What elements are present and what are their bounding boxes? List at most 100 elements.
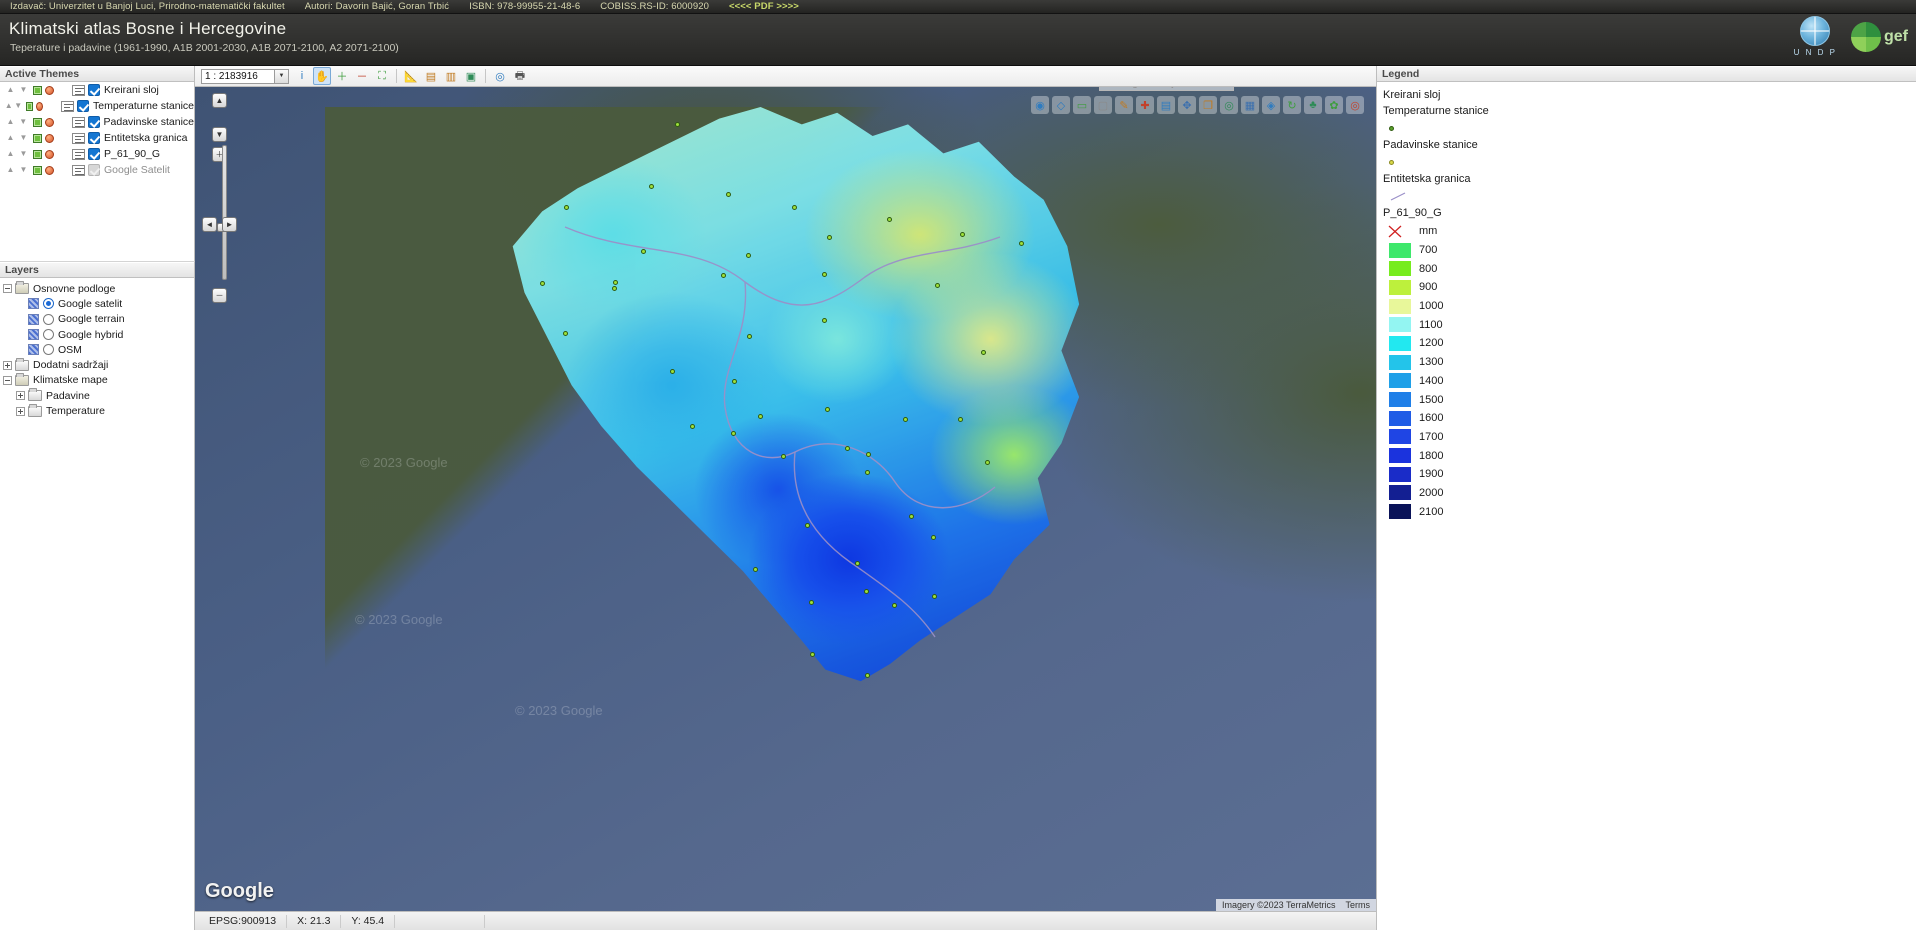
station-point[interactable] [613,280,618,285]
station-point[interactable] [753,567,758,572]
zoom-to-layer-icon[interactable] [33,166,42,175]
chevron-down-icon[interactable]: ▼ [274,70,288,83]
zoom-to-layer-icon[interactable] [33,118,42,127]
tree-expander-icon[interactable] [16,407,25,416]
tree-expander-icon[interactable] [16,391,25,400]
move-up-icon[interactable]: ▲ [4,130,17,146]
pdf-link[interactable]: <<<< PDF >>>> [719,1,809,12]
move-down-icon[interactable]: ▼ [17,162,30,178]
station-point[interactable] [960,232,965,237]
move-up-icon[interactable]: ▲ [4,162,17,178]
export-icon[interactable]: ▣ [462,67,480,85]
pan-left-button[interactable]: ◄ [202,217,217,232]
station-point[interactable] [792,205,797,210]
layer-tree-node[interactable]: Google terrain [3,312,194,327]
station-point[interactable] [864,589,869,594]
station-point[interactable] [670,369,675,374]
station-point[interactable] [732,379,737,384]
zoom-out-icon[interactable]: － [353,67,371,85]
layer-properties-icon[interactable] [72,165,85,176]
tree-expander-icon[interactable] [3,376,12,385]
move-down-icon[interactable]: ▼ [13,98,22,114]
legend-toggle-icon[interactable]: ▤ [422,67,440,85]
layer-visibility-checkbox[interactable] [88,132,100,144]
station-point[interactable] [726,192,731,197]
station-point[interactable] [810,652,815,657]
save-map-icon[interactable]: ▤ [1157,96,1175,114]
layer-properties-icon[interactable] [72,117,85,128]
remove-layer-icon[interactable] [45,166,54,175]
active-theme-row[interactable]: ▲▼Entitetska granica [0,130,194,146]
station-point[interactable] [746,253,751,258]
layer-tree-node[interactable]: Dodatni sadržaji [3,357,194,372]
rect-select-icon[interactable]: ▭ [1073,96,1091,114]
layers-icon[interactable]: ▥ [442,67,460,85]
layer-tree-node[interactable]: Temperature [3,403,194,418]
print-icon[interactable]: 🖶 [511,67,529,85]
pan-up-button[interactable]: ▲ [212,93,227,108]
info-icon[interactable]: i [293,67,311,85]
copy-icon[interactable]: ❐ [1199,96,1217,114]
station-point[interactable] [809,600,814,605]
layer-visibility-checkbox[interactable] [88,84,100,96]
pan-zoom-control[interactable]: ▲ ▼ ＋ － ◄ ► [205,93,233,213]
station-point[interactable] [721,273,726,278]
station-point[interactable] [931,535,936,540]
select-icon[interactable]: ◉ [1031,96,1049,114]
station-point[interactable] [540,281,545,286]
station-point[interactable] [649,184,654,189]
plant-icon[interactable]: ✿ [1325,96,1343,114]
active-theme-row[interactable]: ▲▼Google Satelit [0,162,194,178]
location-search-input[interactable]: Pretraga lokacija [1099,87,1234,91]
active-theme-row[interactable]: ▲▼Padavinske stanice [0,114,194,130]
basemap-radio[interactable] [43,329,54,340]
grid-icon[interactable]: ▦ [1241,96,1259,114]
layer-tree-node[interactable]: Padavine [3,388,194,403]
layer-tree-node[interactable]: Google satelit [3,296,194,311]
station-point[interactable] [822,272,827,277]
station-point[interactable] [827,235,832,240]
station-point[interactable] [981,350,986,355]
move-up-icon[interactable]: ▲ [4,114,17,130]
station-point[interactable] [935,283,940,288]
scale-select[interactable]: 1 : 2183916 ▼ [201,69,289,84]
station-point[interactable] [690,424,695,429]
station-point[interactable] [805,523,810,528]
station-point[interactable] [1019,241,1024,246]
map-canvas[interactable]: © 2023 Google © 2023 Google © 2023 Googl… [195,87,1376,911]
station-point[interactable] [865,673,870,678]
remove-layer-icon[interactable] [45,150,54,159]
tree-expander-icon[interactable] [3,284,12,293]
station-point[interactable] [887,217,892,222]
station-point[interactable] [866,452,871,457]
move-down-icon[interactable]: ▼ [17,130,30,146]
tree-icon[interactable]: ♣ [1304,96,1322,114]
zoom-to-layer-icon[interactable] [33,86,42,95]
layer-properties-icon[interactable] [72,133,85,144]
remove-layer-icon[interactable] [45,86,54,95]
station-point[interactable] [731,431,736,436]
station-point[interactable] [758,414,763,419]
target-icon[interactable]: ◎ [1346,96,1364,114]
remove-layer-icon[interactable] [45,118,54,127]
globe2-icon[interactable]: ◎ [1220,96,1238,114]
merge-icon[interactable]: ◈ [1262,96,1280,114]
draw-line-icon[interactable]: ✎ [1115,96,1133,114]
measure-icon[interactable]: 📐 [402,67,420,85]
layer-tree-node[interactable]: Klimatske mape [3,373,194,388]
zoom-to-layer-icon[interactable] [33,134,42,143]
station-point[interactable] [641,249,646,254]
station-point[interactable] [892,603,897,608]
remove-layer-icon[interactable] [45,134,54,143]
move-down-icon[interactable]: ▼ [17,114,30,130]
pan-hand-icon[interactable]: ✋ [313,67,331,85]
globe-icon[interactable]: ◎ [491,67,509,85]
layer-tree-node[interactable]: OSM [3,342,194,357]
basemap-radio[interactable] [43,314,54,325]
station-point[interactable] [903,417,908,422]
pan-right-button[interactable]: ► [222,217,237,232]
station-point[interactable] [675,122,680,127]
station-point[interactable] [563,331,568,336]
rotate-icon[interactable]: ↻ [1283,96,1301,114]
layer-properties-icon[interactable] [72,149,85,160]
